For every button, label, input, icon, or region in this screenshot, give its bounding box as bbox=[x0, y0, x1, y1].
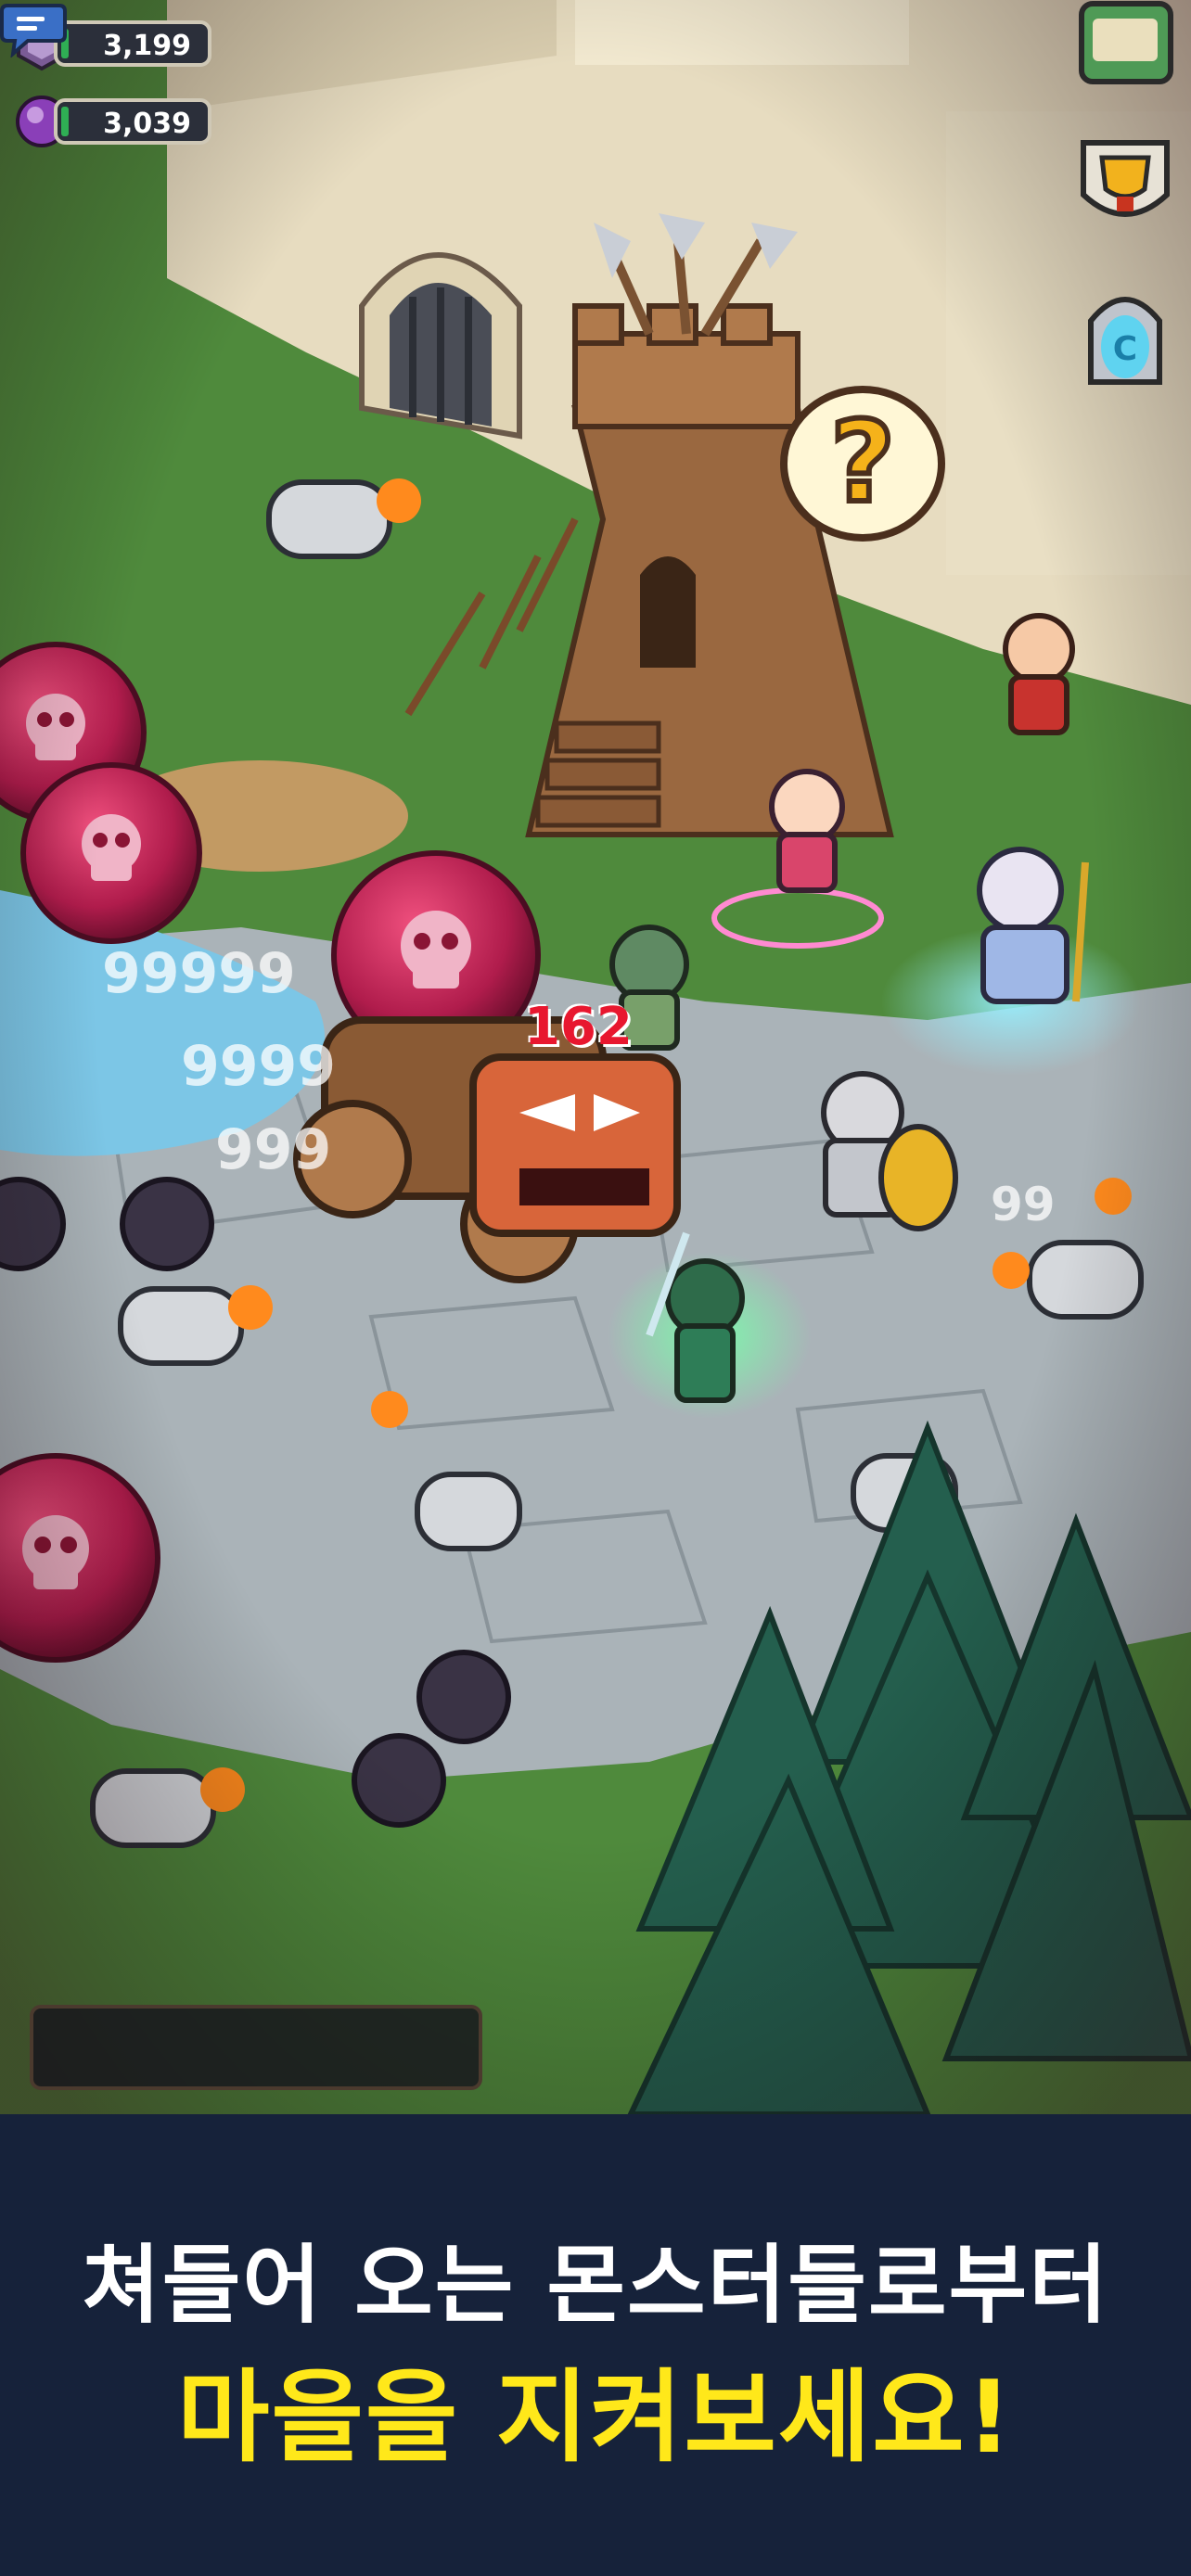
damage-float-4: 99 bbox=[991, 1178, 1056, 1231]
svg-text:C: C bbox=[1113, 330, 1137, 368]
damage-float-2: 9999 bbox=[181, 1034, 336, 1099]
orb-bar-fill bbox=[61, 107, 69, 136]
portal-button[interactable]: C bbox=[1070, 280, 1180, 389]
game-scene[interactable]: ? bbox=[0, 0, 1191, 2114]
caption-line1: 쳐들어 오는 몬스터들로부터 bbox=[82, 2236, 1109, 2335]
orb-bar: 3,039 bbox=[54, 98, 211, 145]
scroll-icon bbox=[1079, 1, 1173, 84]
chat-bubble-icon[interactable] bbox=[0, 0, 67, 57]
gem-value: 3,199 bbox=[103, 30, 191, 62]
damage-number-red: 162 bbox=[524, 997, 633, 1057]
battlefield-art: ? bbox=[0, 0, 1191, 2114]
trophy-button[interactable] bbox=[1070, 130, 1180, 239]
orb-value: 3,039 bbox=[103, 108, 191, 140]
chat-box[interactable] bbox=[30, 2005, 482, 2090]
orb-counter[interactable]: 3,039 bbox=[13, 93, 215, 150]
trophy-icon bbox=[1081, 140, 1170, 217]
gem-bar: 3,199 bbox=[54, 20, 211, 67]
damage-float-3: 999 bbox=[215, 1117, 332, 1182]
quest-scroll-button[interactable] bbox=[1070, 0, 1180, 100]
promo-caption: 쳐들어 오는 몬스터들로부터 마을을 지켜보세요! bbox=[0, 2114, 1191, 2576]
portal-icon: C bbox=[1088, 297, 1162, 385]
damage-float-1: 99999 bbox=[102, 941, 296, 1006]
caption-line2: 마을을 지켜보세요! bbox=[177, 2360, 1014, 2476]
